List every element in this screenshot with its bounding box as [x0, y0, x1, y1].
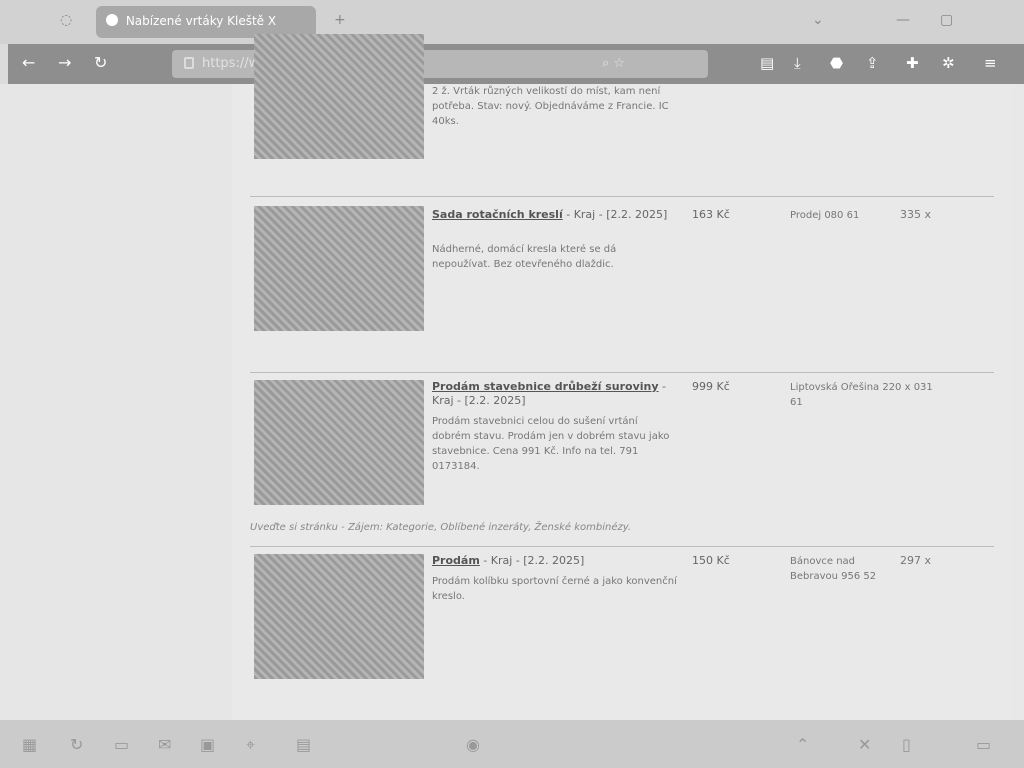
listing-views: 297 x	[900, 554, 932, 567]
listing-thumbnail[interactable]	[254, 554, 424, 679]
web-page: 2 ž. Vrták různých velikostí do míst, ka…	[0, 34, 1024, 720]
taskbar: ▦ ↻ ▭ ✉ ▣ ⌖ ▤ ◉ ⌃ ✕ ▯ ▭	[0, 720, 1024, 768]
listing-title[interactable]: Prodám	[432, 554, 480, 567]
listing-divider	[250, 546, 994, 547]
tab-menu-button[interactable]: ⌄	[812, 12, 824, 28]
notification-icon[interactable]: ▭	[976, 735, 991, 754]
battery-icon[interactable]: ▯	[902, 735, 911, 754]
new-tab-button[interactable]: +	[334, 12, 346, 28]
tray-chevron-icon[interactable]: ⌃	[796, 735, 809, 754]
listing-title[interactable]: Sada rotačních kreslí	[432, 208, 563, 221]
extensions-icon[interactable]: ✚	[906, 54, 919, 72]
listing-meta: - Kraj - [2.2. 2025]	[562, 208, 668, 221]
address-bar[interactable]: https://www.sbazar.cz/hledat ⌕ ☆	[172, 50, 708, 78]
listing-thumbnail[interactable]	[254, 380, 424, 505]
mail-icon[interactable]: ✉	[158, 735, 171, 754]
shield-icon[interactable]: ⬣	[830, 54, 843, 72]
forward-icon[interactable]: →	[58, 53, 71, 72]
reader-icon[interactable]: ▤	[760, 54, 774, 72]
listing-description: 2 ž. Vrták různých velikostí do míst, ka…	[432, 86, 669, 127]
tab-list-icon[interactable]: ◌	[60, 12, 72, 28]
favicon-icon	[106, 14, 118, 26]
listing-item[interactable]: Sada rotačních kreslí - Kraj - [2.2. 202…	[250, 206, 994, 366]
network-icon[interactable]: ✕	[858, 735, 871, 754]
listing-item[interactable]: Prodám stavebnice drůbeží suroviny - Kra…	[250, 380, 994, 540]
lock-icon	[184, 57, 194, 69]
listing-divider	[250, 372, 994, 373]
listing-price: 163 Kč	[692, 208, 730, 221]
refresh-icon[interactable]: ↻	[70, 735, 83, 754]
listing-divider	[250, 196, 994, 197]
pin-icon[interactable]: ⌖	[246, 735, 255, 755]
left-column	[0, 84, 232, 720]
minimize-button[interactable]: —	[896, 12, 910, 28]
download-icon[interactable]: ⤓	[794, 54, 801, 72]
listing-thumbnail[interactable]	[254, 34, 424, 159]
listing-price: 999 Kč	[692, 380, 730, 393]
back-icon[interactable]: ←	[22, 53, 35, 72]
tab-title: Nabízené vrtáky Kleště X	[125, 14, 277, 28]
settings-icon[interactable]: ✲	[942, 54, 955, 72]
files-icon[interactable]: ▭	[114, 735, 129, 754]
share-icon[interactable]: ⇪	[866, 54, 879, 72]
listing-views: 335 x	[900, 208, 932, 221]
listing-item[interactable]: Prodám - Kraj - [2.2. 2025] Prodám kolíb…	[250, 554, 994, 704]
listing-title-line[interactable]: Prodám - Kraj - [2.2. 2025]	[432, 554, 682, 568]
navigation-toolbar: ← → ↻ https://www.sbazar.cz/hledat ⌕ ☆ ▤…	[8, 44, 1024, 84]
listing-location: Bánovce nad Bebravou 956 52	[790, 556, 877, 582]
listing-price: 150 Kč	[692, 554, 730, 567]
listing-description: Nádherné, domácí kresla které se dá nepo…	[432, 244, 617, 270]
listing-title[interactable]: Prodám stavebnice drůbeží suroviny	[432, 380, 659, 393]
start-icon[interactable]: ▦	[22, 735, 37, 754]
reload-icon[interactable]: ↻	[94, 53, 107, 72]
listing-title-line[interactable]: Sada rotačních kreslí - Kraj - [2.2. 202…	[432, 208, 682, 222]
maximize-button[interactable]: ▢	[940, 12, 953, 28]
listing-description: Prodám stavebnici celou do sušení vrtání…	[432, 416, 670, 472]
listing-thumbnail[interactable]	[254, 206, 424, 331]
listing-title-line[interactable]: Prodám stavebnice drůbeží suroviny - Kra…	[432, 380, 682, 408]
listing-item[interactable]: 2 ž. Vrták různých velikostí do míst, ka…	[250, 34, 994, 194]
listing-description: Prodám kolíbku sportovní černé a jako ko…	[432, 576, 677, 602]
tab-strip: ◌ Nabízené vrtáky Kleště X + ⌄ — ▢	[0, 0, 1024, 44]
listing-results: 2 ž. Vrták různých velikostí do míst, ka…	[232, 34, 1012, 720]
listing-location: Liptovská Ořešina 220 x 031 61	[790, 382, 933, 408]
listing-meta: - Kraj - [2.2. 2025]	[479, 554, 585, 567]
terminal-icon[interactable]: ▤	[296, 735, 311, 754]
url-actions[interactable]: ⌕ ☆	[602, 56, 625, 71]
app-icon[interactable]: ◉	[466, 735, 480, 754]
menu-icon[interactable]: ≡	[984, 54, 997, 72]
listing-location: Prodej 080 61	[790, 210, 860, 221]
listing-extra-links[interactable]: Uveďte si stránku - Zájem: Kategorie, Ob…	[250, 522, 810, 533]
calendar-icon[interactable]: ▣	[200, 735, 215, 754]
